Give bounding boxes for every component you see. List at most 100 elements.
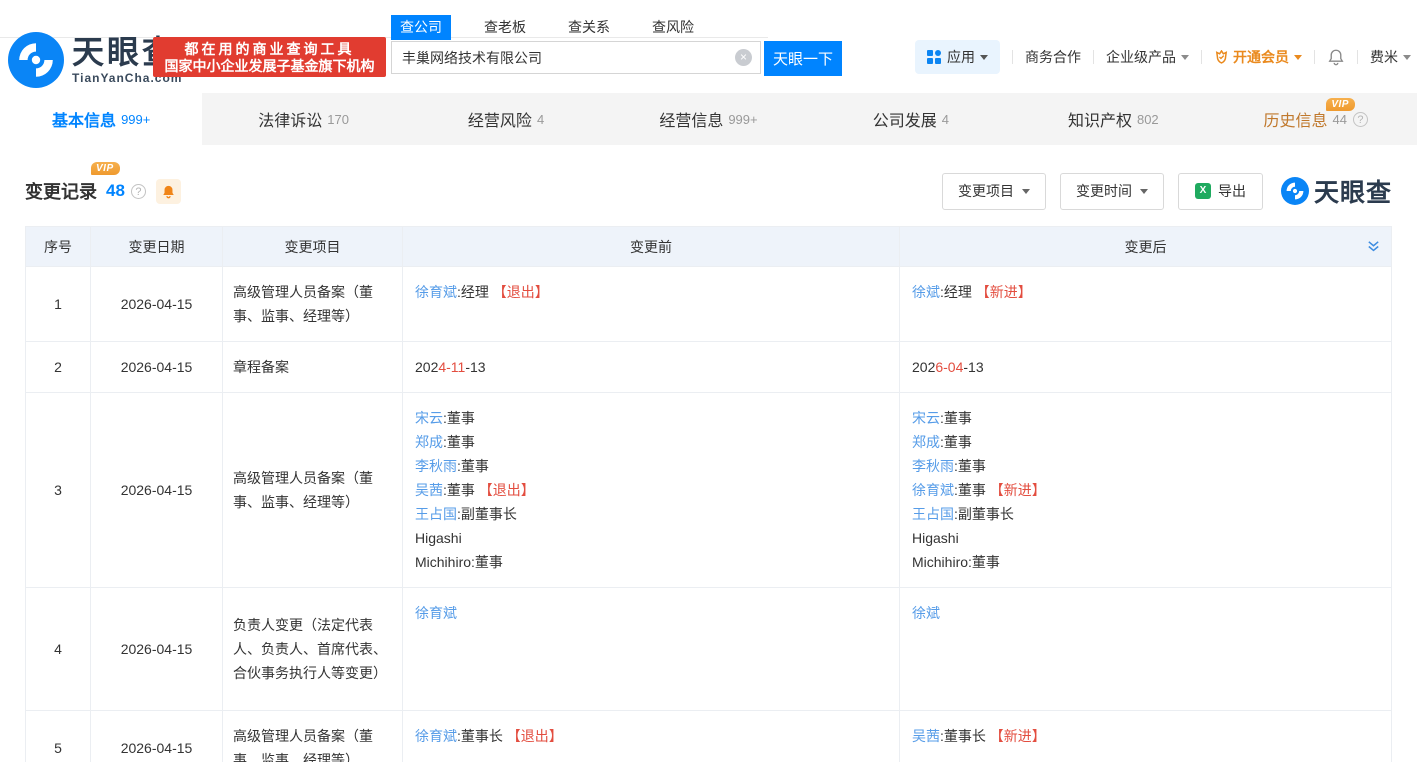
tab-count: 999+	[121, 112, 150, 127]
cell-after: 2026-04-13	[900, 342, 1392, 393]
user-menu[interactable]: 费米	[1370, 47, 1411, 67]
cell-before: 徐育斌:董事长 【退出】	[403, 711, 900, 762]
person-link[interactable]: 徐斌	[912, 605, 940, 621]
help-icon[interactable]: ?	[1353, 112, 1368, 127]
search-button[interactable]: 天眼一下	[764, 41, 842, 76]
apps-menu[interactable]: 应用	[915, 40, 1000, 74]
search-tab-company[interactable]: 查公司	[391, 15, 451, 40]
filter-change-time[interactable]: 变更时间	[1060, 173, 1164, 210]
tab-label: 经营信息	[659, 107, 723, 131]
section-header: 变更记录 VIP 48 ? 变更项目 变更时间 X	[25, 171, 1392, 211]
text: :董事长	[457, 728, 507, 744]
person-link[interactable]: 吴茜	[415, 482, 443, 498]
search-tab-relation[interactable]: 查关系	[559, 15, 619, 40]
table-row: 22026-04-15章程备案2024-11-132026-04-13	[26, 342, 1392, 393]
tab-history[interactable]: 历史信息44VIP?	[1215, 93, 1417, 145]
tab-legal[interactable]: 法律诉讼170	[202, 93, 404, 145]
person-link[interactable]: 徐育斌	[415, 605, 457, 621]
text: :经理	[940, 284, 976, 300]
person-link[interactable]: 徐斌	[912, 284, 940, 300]
text: -13	[963, 359, 983, 375]
text: Michihiro:董事	[415, 554, 503, 570]
change-line: 郑成:董事	[912, 430, 1379, 454]
collapse-double-chevron-icon[interactable]	[1366, 239, 1381, 257]
chevron-down-icon	[1181, 55, 1189, 60]
change-line: 徐斌	[912, 601, 1379, 625]
tab-label: 基本信息	[52, 107, 116, 131]
tab-intellectual-property[interactable]: 知识产权802	[1012, 93, 1214, 145]
text: :董事	[457, 458, 489, 474]
divider	[1201, 50, 1202, 64]
tab-count: 170	[327, 112, 349, 127]
top-nav: 应用 商务合作 企业级产品 开通会员	[915, 40, 1411, 74]
change-line: 王占国:副董事长	[912, 502, 1379, 526]
nav-open-membership[interactable]: 开通会员	[1214, 47, 1302, 67]
cell-date: 2026-04-15	[91, 711, 223, 762]
person-link[interactable]: 徐育斌	[415, 284, 457, 300]
page: 天眼查 TianYanCha.com 都在用的商业查询工具 国家中小企业发展子基…	[0, 0, 1417, 762]
chevron-down-icon	[1140, 189, 1148, 194]
divider	[1093, 50, 1094, 64]
help-icon[interactable]: ?	[131, 184, 146, 199]
tab-business-risk[interactable]: 经营风险4	[405, 93, 607, 145]
section-actions: 变更项目 变更时间 X 导出	[928, 173, 1392, 210]
cell-before: 徐育斌	[403, 588, 900, 711]
tab-basic-info[interactable]: 基本信息 999+	[0, 93, 202, 145]
change-line: 徐育斌:董事 【新进】	[912, 478, 1379, 502]
chevron-down-icon	[980, 55, 988, 60]
text: :董事	[954, 482, 990, 498]
person-link[interactable]: 李秋雨	[912, 458, 954, 474]
section-count: 48	[106, 181, 125, 201]
tianyancha-logo-icon	[8, 32, 64, 88]
tab-count: 4	[537, 112, 544, 127]
change-line: 2026-04-13	[912, 355, 1379, 379]
cell-item: 高级管理人员备案（董事、监事、经理等）	[223, 393, 403, 588]
person-link[interactable]: 王占国	[415, 506, 457, 522]
export-button[interactable]: X 导出	[1178, 173, 1263, 210]
person-link[interactable]: 徐育斌	[912, 482, 954, 498]
search-input[interactable]	[391, 41, 761, 74]
person-link[interactable]: 吴茜	[912, 728, 940, 744]
cell-before: 2024-11-13	[403, 342, 900, 393]
nav-enterprise[interactable]: 企业级产品	[1106, 47, 1189, 67]
cell-after: 宋云 :董事 郑成:董事李秋雨:董事徐育斌:董事 【新进】王占国:副董事长 Higas…	[900, 393, 1392, 588]
cell-after: 徐斌	[900, 588, 1392, 711]
clear-search-icon[interactable]: ×	[735, 49, 752, 66]
person-link[interactable]: 郑成	[912, 434, 940, 450]
table-row: 42026-04-15负责人变更（法定代表人、负责人、首席代表、合伙事务执行人等…	[26, 588, 1392, 711]
promo-line-1: 都在用的商业查询工具	[153, 40, 386, 58]
change-line: 李秋雨:董事	[912, 454, 1379, 478]
text: -13	[465, 359, 485, 375]
tab-count: 4	[942, 112, 949, 127]
change-flag: 4-11	[438, 359, 465, 375]
company-tabs: 基本信息 999+ 法律诉讼170经营风险4经营信息999+公司发展4知识产权802…	[0, 93, 1417, 145]
filter-change-item[interactable]: 变更项目	[942, 173, 1046, 210]
col-header-item: 变更项目	[223, 227, 403, 267]
search-tab-boss[interactable]: 查老板	[475, 15, 535, 40]
vip-crown-icon	[1214, 50, 1229, 65]
nav-cooperation[interactable]: 商务合作	[1025, 47, 1081, 67]
col-header-date: 变更日期	[91, 227, 223, 267]
person-link[interactable]: 郑成	[415, 434, 443, 450]
text: 202	[415, 359, 438, 375]
username: 费米	[1370, 47, 1398, 67]
change-line: 徐斌:经理 【新进】	[912, 280, 1379, 304]
person-link[interactable]: 李秋雨	[415, 458, 457, 474]
person-link[interactable]: 王占国	[912, 506, 954, 522]
text: Higashi	[912, 530, 959, 546]
cell-no: 3	[26, 393, 91, 588]
subscribe-bell-icon[interactable]	[156, 179, 181, 204]
tab-development[interactable]: 公司发展4	[810, 93, 1012, 145]
main-content: 变更记录 VIP 48 ? 变更项目 变更时间 X	[0, 145, 1417, 762]
change-line: 徐育斌:经理 【退出】	[415, 280, 887, 304]
person-link[interactable]: 宋云	[912, 410, 940, 426]
search-tab-risk[interactable]: 查风险	[643, 15, 703, 40]
cell-item: 高级管理人员备案（董事、监事、经理等）	[223, 267, 403, 342]
person-link[interactable]: 徐育斌	[415, 728, 457, 744]
change-flag: 【新进】	[990, 482, 1046, 498]
apps-label: 应用	[947, 47, 975, 67]
tab-business-info[interactable]: 经营信息999+	[607, 93, 809, 145]
person-link[interactable]: 宋云	[415, 410, 443, 426]
tianyancha-watermark: 天眼查	[1281, 173, 1392, 209]
notifications-bell-icon[interactable]	[1327, 48, 1345, 66]
